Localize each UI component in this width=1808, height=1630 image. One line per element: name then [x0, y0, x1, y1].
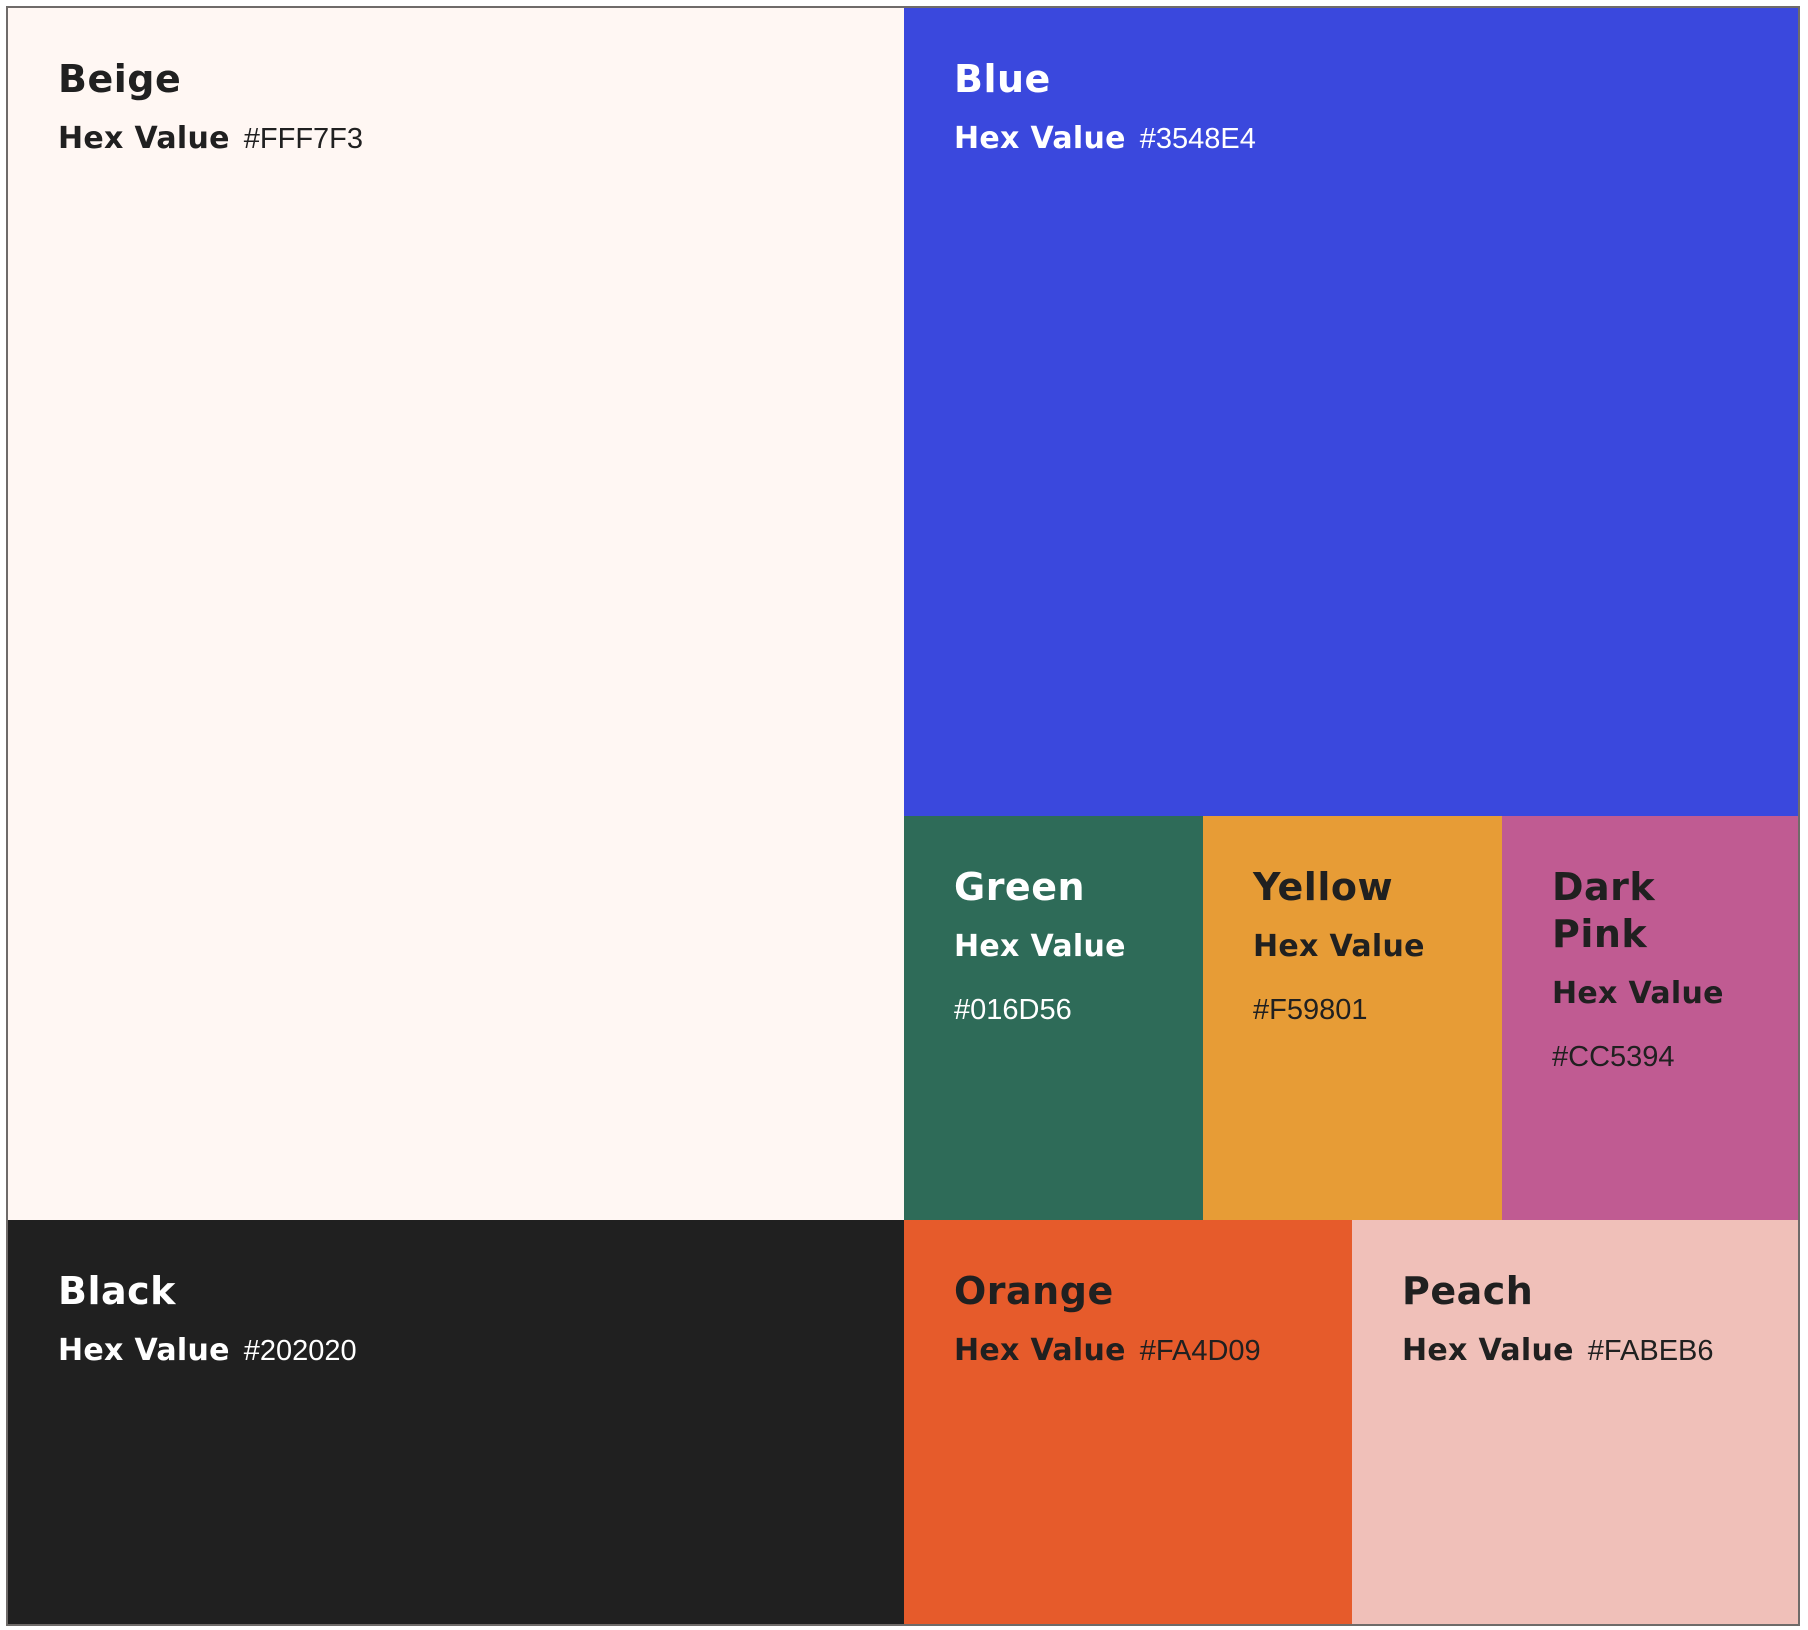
swatch-dark-pink: Dark Pink Hex Value #CC5394 — [1502, 816, 1798, 1220]
hex-line: Hex Value #202020 — [58, 1333, 904, 1368]
hex-value: #3548E4 — [1139, 123, 1256, 155]
hex-line: Hex Value #FFF7F3 — [58, 121, 904, 156]
hex-value: #FABEB6 — [1587, 1335, 1714, 1367]
hex-label: Hex Value — [1402, 1333, 1574, 1368]
hex-line: Hex Value #3548E4 — [954, 121, 1798, 156]
hex-label: Hex Value — [954, 121, 1126, 156]
swatch-orange: Orange Hex Value #FA4D09 — [904, 1220, 1352, 1624]
hex-value: #CC5394 — [1552, 1041, 1675, 1073]
hex-line: Hex Value #F59801 — [1253, 929, 1502, 1027]
hex-label: Hex Value — [1253, 929, 1425, 964]
hex-line: Hex Value #016D56 — [954, 929, 1203, 1027]
hex-value: #FA4D09 — [1139, 1335, 1261, 1367]
hex-value: #FFF7F3 — [243, 123, 364, 155]
swatch-green: Green Hex Value #016D56 — [904, 816, 1203, 1220]
swatch-name: Black — [58, 1269, 176, 1313]
hex-label: Hex Value — [58, 121, 230, 156]
swatch-name: Beige — [58, 57, 182, 101]
swatch-name: Blue — [954, 57, 1051, 101]
swatch-name: Peach — [1402, 1269, 1534, 1313]
hex-label: Hex Value — [954, 929, 1126, 964]
hex-label: Hex Value — [1552, 976, 1724, 1011]
swatch-name: Orange — [954, 1269, 1114, 1313]
swatch-yellow: Yellow Hex Value #F59801 — [1203, 816, 1502, 1220]
swatch-name: Yellow — [1253, 865, 1394, 909]
swatch-beige: Beige Hex Value #FFF7F3 — [8, 8, 904, 1220]
hex-line: Hex Value #CC5394 — [1552, 976, 1798, 1074]
hex-line: Hex Value #FA4D09 — [954, 1333, 1352, 1368]
hex-value: #016D56 — [954, 994, 1072, 1026]
swatch-black: Black Hex Value #202020 — [8, 1220, 904, 1624]
hex-value: #202020 — [243, 1335, 357, 1367]
hex-label: Hex Value — [954, 1333, 1126, 1368]
color-palette: Beige Hex Value #FFF7F3 Blue Hex Value #35… — [6, 6, 1800, 1626]
swatch-blue: Blue Hex Value #3548E4 — [904, 8, 1798, 816]
hex-value: #F59801 — [1253, 994, 1368, 1026]
swatch-name: Green — [954, 865, 1086, 909]
hex-line: Hex Value #FABEB6 — [1402, 1333, 1798, 1368]
hex-label: Hex Value — [58, 1333, 230, 1368]
swatch-name: Dark Pink — [1552, 865, 1656, 956]
swatch-peach: Peach Hex Value #FABEB6 — [1352, 1220, 1798, 1624]
